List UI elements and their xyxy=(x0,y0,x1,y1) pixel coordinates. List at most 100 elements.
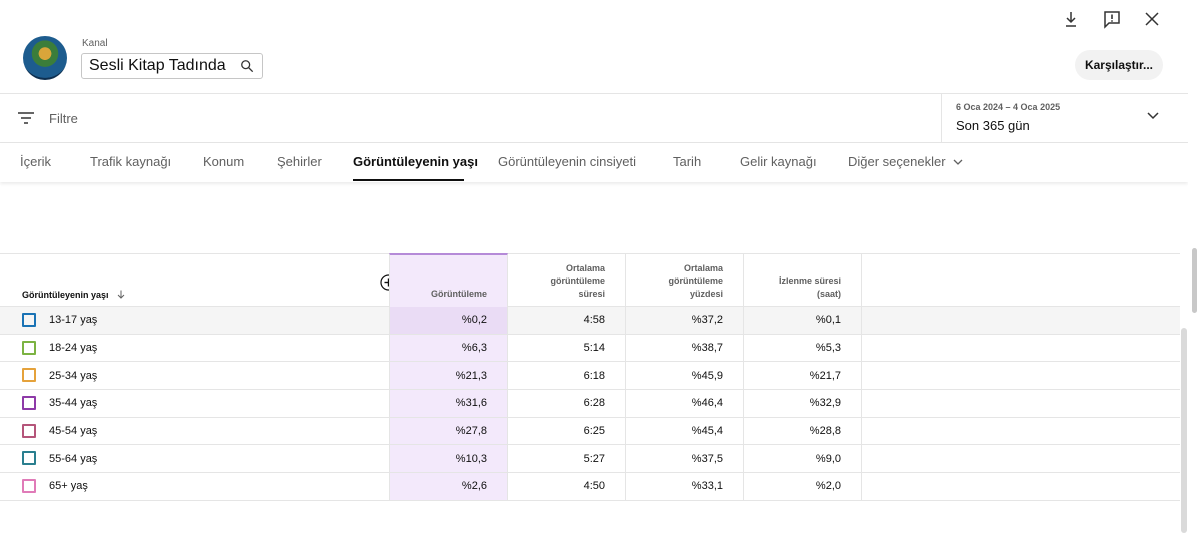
tab-more-options-label: Diğer seçenekler xyxy=(848,154,946,169)
avg-percentage-cell: %38,7 xyxy=(626,334,744,362)
table-row[interactable]: 13-17 yaş %0,2 4:58 %37,2 %0,1 xyxy=(0,307,1180,335)
row-checkbox[interactable] xyxy=(22,451,36,466)
download-icon[interactable] xyxy=(1061,9,1081,29)
watch-time-cell: %21,7 xyxy=(744,362,862,390)
filter-input[interactable]: Filtre xyxy=(49,111,78,126)
compare-button[interactable]: Karşılaştır... xyxy=(1075,50,1163,80)
avg-duration-value: 5:27 xyxy=(583,452,605,465)
watch-time-value: %9,0 xyxy=(815,452,841,465)
header-text: İzlenme süresi xyxy=(778,276,841,286)
header-text: görüntüleme xyxy=(550,276,605,286)
avg-percentage-value: %37,5 xyxy=(691,452,723,465)
avg-percentage-cell: %45,9 xyxy=(626,362,744,390)
tab-cities[interactable]: Şehirler xyxy=(277,154,322,169)
table-row[interactable]: 35-44 yaş %31,6 6:28 %46,4 %32,9 xyxy=(0,390,1180,418)
arrow-down-icon xyxy=(117,290,125,299)
table-body: 13-17 yaş %0,2 4:58 %37,2 %0,1 18-24 yaş %6,3 5… xyxy=(0,307,1180,501)
scrollbar-thumb-inner[interactable] xyxy=(1181,328,1187,533)
avg-percentage-value: %33,1 xyxy=(691,480,723,493)
row-checkbox[interactable] xyxy=(22,396,36,411)
watch-time-cell: %28,8 xyxy=(744,417,862,445)
watch-time-cell: %2,0 xyxy=(744,473,862,500)
tab-viewer-gender[interactable]: Görüntüleyenin cinsiyeti xyxy=(498,154,636,169)
header: Kanal Sesli Kitap Tadında Karşılaştır... xyxy=(0,0,1188,94)
header-text: görüntüleme xyxy=(668,276,723,286)
date-range-selector[interactable]: 6 Oca 2024 – 4 Oca 2025 Son 365 gün xyxy=(941,94,1188,143)
age-group-label: 25-34 yaş xyxy=(49,369,98,382)
header-text: (saat) xyxy=(816,289,841,299)
views-cell: %0,2 xyxy=(389,307,508,334)
tab-date[interactable]: Tarih xyxy=(673,154,701,169)
tab-bar: İçerik Trafik kaynağı Konum Şehirler Gör… xyxy=(0,143,1188,182)
age-group-label: 18-24 yaş xyxy=(49,342,98,355)
avg-percentage-cell: %45,4 xyxy=(626,417,744,445)
channel-selector[interactable]: Sesli Kitap Tadında xyxy=(81,53,263,79)
watch-time-cell: %5,3 xyxy=(744,334,862,362)
avg-duration-value: 6:28 xyxy=(583,397,605,410)
data-table: Görüntüleyenin yaşı Görüntüleme Ortalama… xyxy=(0,253,1180,501)
table-header: Görüntüleyenin yaşı Görüntüleme Ortalama… xyxy=(0,253,1180,307)
close-icon[interactable] xyxy=(1142,9,1162,29)
column-header-age-label: Görüntüleyenin yaşı xyxy=(22,290,109,300)
chevron-down-icon xyxy=(953,159,963,165)
avg-percentage-value: %45,4 xyxy=(691,425,723,438)
table-row[interactable]: 25-34 yaş %21,3 6:18 %45,9 %21,7 xyxy=(0,362,1180,391)
filter-icon[interactable] xyxy=(17,110,35,126)
avg-duration-cell: 6:18 xyxy=(508,362,626,390)
avg-duration-cell: 5:27 xyxy=(508,445,626,473)
avg-duration-cell: 6:28 xyxy=(508,390,626,417)
watch-time-value: %28,8 xyxy=(809,425,841,438)
column-header-views[interactable]: Görüntüleme xyxy=(389,253,508,307)
tab-location[interactable]: Konum xyxy=(203,154,244,169)
watch-time-cell: %0,1 xyxy=(744,307,862,334)
tab-content[interactable]: İçerik xyxy=(20,154,51,169)
tab-viewer-age[interactable]: Görüntüleyenin yaşı xyxy=(353,154,478,169)
column-header-avg-percentage[interactable]: Ortalama görüntüleme yüzdesi xyxy=(626,254,744,307)
header-text: yüzdesi xyxy=(689,289,723,299)
views-cell: %31,6 xyxy=(389,390,508,417)
table-row[interactable]: 65+ yaş %2,6 4:50 %33,1 %2,0 xyxy=(0,473,1180,501)
views-value: %2,6 xyxy=(461,480,487,493)
table-row[interactable]: 55-64 yaş %10,3 5:27 %37,5 %9,0 xyxy=(0,445,1180,474)
views-value: %0,2 xyxy=(461,314,487,327)
date-period-text: Son 365 gün xyxy=(956,118,1030,133)
avg-duration-cell: 6:25 xyxy=(508,417,626,445)
row-checkbox[interactable] xyxy=(22,368,36,383)
watch-time-value: %32,9 xyxy=(809,397,841,410)
header-text: süresi xyxy=(578,289,605,299)
table-row[interactable]: 18-24 yaş %6,3 5:14 %38,7 %5,3 xyxy=(0,334,1180,363)
feedback-icon[interactable] xyxy=(1102,9,1122,29)
scrollbar-thumb[interactable] xyxy=(1192,248,1197,313)
tab-revenue-source[interactable]: Gelir kaynağı xyxy=(740,154,817,169)
watch-time-value: %5,3 xyxy=(815,342,841,355)
tab-traffic-source[interactable]: Trafik kaynağı xyxy=(90,154,171,169)
avg-percentage-cell: %37,5 xyxy=(626,445,744,473)
views-value: %31,6 xyxy=(455,397,487,410)
table-row[interactable]: 45-54 yaş %27,8 6:25 %45,4 %28,8 xyxy=(0,417,1180,446)
row-checkbox[interactable] xyxy=(22,423,36,438)
watch-time-cell: %32,9 xyxy=(744,390,862,417)
views-value: %21,3 xyxy=(455,369,487,382)
tab-more-options[interactable]: Diğer seçenekler xyxy=(848,154,963,169)
views-value: %6,3 xyxy=(461,342,487,355)
avg-duration-value: 4:58 xyxy=(583,314,605,327)
avg-duration-value: 5:14 xyxy=(583,342,605,355)
row-checkbox[interactable] xyxy=(22,479,36,494)
column-header-age[interactable]: Görüntüleyenin yaşı xyxy=(22,290,125,300)
row-checkbox[interactable] xyxy=(22,313,36,327)
watch-time-value: %0,1 xyxy=(815,314,841,327)
views-cell: %6,3 xyxy=(389,334,508,362)
views-cell: %27,8 xyxy=(389,417,508,445)
avg-duration-cell: 4:50 xyxy=(508,473,626,500)
avg-percentage-value: %46,4 xyxy=(691,397,723,410)
avg-percentage-cell: %33,1 xyxy=(626,473,744,500)
avg-percentage-value: %37,2 xyxy=(691,314,723,327)
row-checkbox[interactable] xyxy=(22,340,36,355)
column-header-avg-duration[interactable]: Ortalama görüntüleme süresi xyxy=(508,254,626,307)
column-header-views-label: Görüntüleme xyxy=(430,289,487,299)
filter-bar: Filtre 6 Oca 2024 – 4 Oca 2025 Son 365 g… xyxy=(0,94,1188,143)
column-header-watch-time[interactable]: İzlenme süresi (saat) xyxy=(744,254,862,307)
watch-time-value: %2,0 xyxy=(815,480,841,493)
age-group-label: 55-64 yaş xyxy=(49,452,98,465)
watch-time-value: %21,7 xyxy=(809,369,841,382)
